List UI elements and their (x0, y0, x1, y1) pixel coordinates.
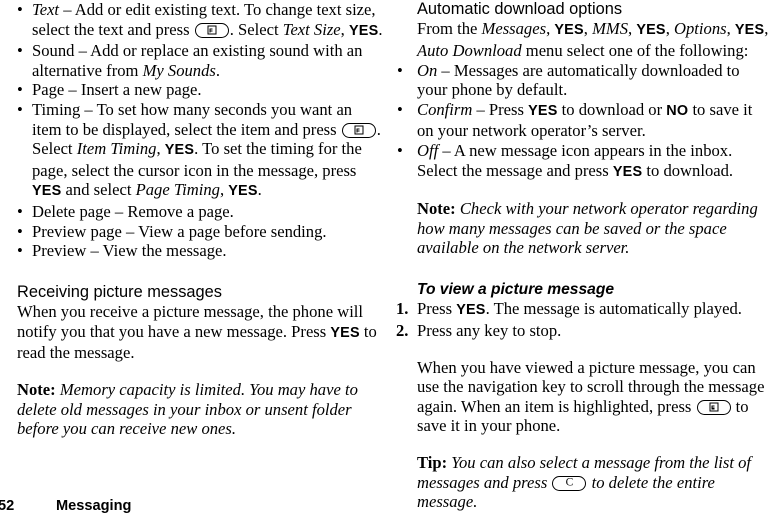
yes-key-label: YES (636, 22, 666, 39)
page-footer: 52 Messaging (0, 495, 780, 517)
bullet-marker: • (17, 201, 23, 221)
footer-section-name: Messaging (56, 498, 132, 514)
yes-key-label: YES (612, 163, 643, 180)
receiving-picture-messages-section: Receiving picture messages When you rece… (0, 283, 383, 363)
list-item: 2. Press any key to stop. (390, 321, 773, 341)
yes-key-label: YES (554, 22, 584, 39)
yes-key-label: YES (734, 22, 765, 39)
tip-label: Tip: (417, 452, 448, 472)
bullet-marker: • (397, 99, 403, 119)
yes-key-label: YES (528, 102, 558, 119)
bullet-marker: • (17, 221, 23, 241)
list-item: • On – Messages are automatically downlo… (390, 61, 773, 100)
list-item: • Preview – View the message. (0, 241, 383, 261)
list-item: • Sound – Add or replace an existing sou… (0, 41, 383, 80)
yes-key-label: YES (456, 302, 486, 319)
page-number: 52 (0, 498, 15, 514)
bullet-marker: • (17, 241, 23, 261)
automatic-download-options-section: Automatic download options From the Mess… (390, 0, 773, 61)
list-item-text: Sound – Add or replace an existing sound… (32, 41, 363, 80)
yes-key-label: YES (228, 183, 258, 200)
list-item: 1. Press YES. The message is automatical… (390, 299, 773, 321)
menu-key-icon (341, 122, 376, 138)
bullet-marker: • (17, 0, 23, 19)
yes-key-label: YES (330, 324, 360, 341)
list-item: • Text – Add or edit existing text. To c… (0, 0, 383, 41)
left-column: • Text – Add or edit existing text. To c… (0, 0, 383, 439)
emphasis-term: Text (32, 0, 60, 19)
list-item-text: Confirm – Press YES to download or NO to… (417, 99, 753, 141)
view-steps-list: 1. Press YES. The message is automatical… (390, 299, 773, 340)
menu-name: Text Size (282, 19, 341, 39)
menu-name: My Sounds (142, 60, 216, 80)
auto-download-items-list: • On – Messages are automatically downlo… (390, 61, 773, 183)
menu-key-icon (194, 22, 229, 38)
list-item-text: On – Messages are automatically download… (417, 60, 740, 100)
menu-name: Options (674, 19, 727, 39)
view-section-body: When you have viewed a picture message, … (417, 357, 765, 436)
right-column: Automatic download options From the Mess… (390, 0, 773, 512)
list-item-text: Page – Insert a new page. (32, 80, 202, 100)
step-number: 1. (396, 299, 409, 319)
option-name: Confirm (417, 99, 473, 119)
yes-key-label: YES (32, 183, 62, 200)
step-text: Press YES. The message is automatically … (417, 299, 742, 319)
list-item: • Preview page – View a page before send… (0, 222, 383, 242)
list-item: • Confirm – Press YES to download or NO … (390, 100, 773, 141)
bullet-marker: • (397, 140, 403, 160)
clear-key-glyph: C (565, 476, 574, 489)
menu-name: Page Timing (135, 180, 220, 200)
yes-key-label: YES (348, 22, 379, 39)
note-text: Check with your network operator regardi… (417, 199, 758, 258)
section-intro: From the Messages, YES, MMS, YES, Option… (417, 19, 769, 60)
no-key-label: NO (666, 102, 689, 119)
view-picture-message-subsection: To view a picture message (390, 280, 773, 299)
bullet-marker: • (17, 41, 23, 61)
step-number: 2. (396, 320, 409, 340)
list-item: • Timing – To set how many seconds you w… (0, 100, 383, 202)
manual-page: • Text – Add or edit existing text. To c… (0, 0, 780, 523)
bullet-marker: • (397, 60, 403, 80)
menu-name: Auto Download (417, 41, 522, 60)
section-heading: Receiving picture messages (17, 282, 222, 301)
bullet-marker: • (17, 99, 23, 119)
option-name: Off (417, 140, 439, 160)
edit-options-list: • Text – Add or edit existing text. To c… (0, 0, 383, 261)
note-text: Memory capacity is limited. You may have… (17, 379, 358, 439)
list-item-text: Preview – View the message. (32, 241, 227, 261)
menu-key-icon (696, 399, 731, 415)
bullet-marker: • (17, 80, 23, 100)
list-item: • Off – A new message icon appears in th… (390, 141, 773, 182)
menu-name: MMS (592, 19, 629, 39)
option-name: On (417, 60, 438, 80)
procedure-heading: To view a picture message (417, 280, 615, 298)
step-text: Press any key to stop. (417, 320, 562, 340)
note-label: Note: (17, 379, 56, 399)
note-block: Note: Memory capacity is limited. You ma… (0, 380, 383, 439)
list-item: • Delete page – Remove a page. (0, 202, 383, 222)
menu-name: Item Timing (76, 139, 157, 159)
yes-key-label: YES (164, 142, 195, 159)
list-item: • Page – Insert a new page. (0, 80, 383, 100)
list-item-text: Text – Add or edit existing text. To cha… (32, 0, 383, 39)
list-item-text: Off – A new message icon appears in the … (417, 140, 734, 180)
section-heading: Automatic download options (417, 0, 623, 18)
section-body: When you receive a picture message, the … (17, 302, 377, 363)
list-item-text: Delete page – Remove a page. (32, 201, 234, 221)
list-item-text: Preview page – View a page before sendin… (32, 221, 327, 241)
note-block: Note: Check with your network operator r… (390, 199, 773, 258)
list-item-text: Timing – To set how many seconds you wan… (32, 99, 381, 200)
clear-key-icon: C (552, 475, 587, 491)
note-label: Note: (417, 199, 456, 219)
menu-name: Messages (481, 19, 547, 39)
